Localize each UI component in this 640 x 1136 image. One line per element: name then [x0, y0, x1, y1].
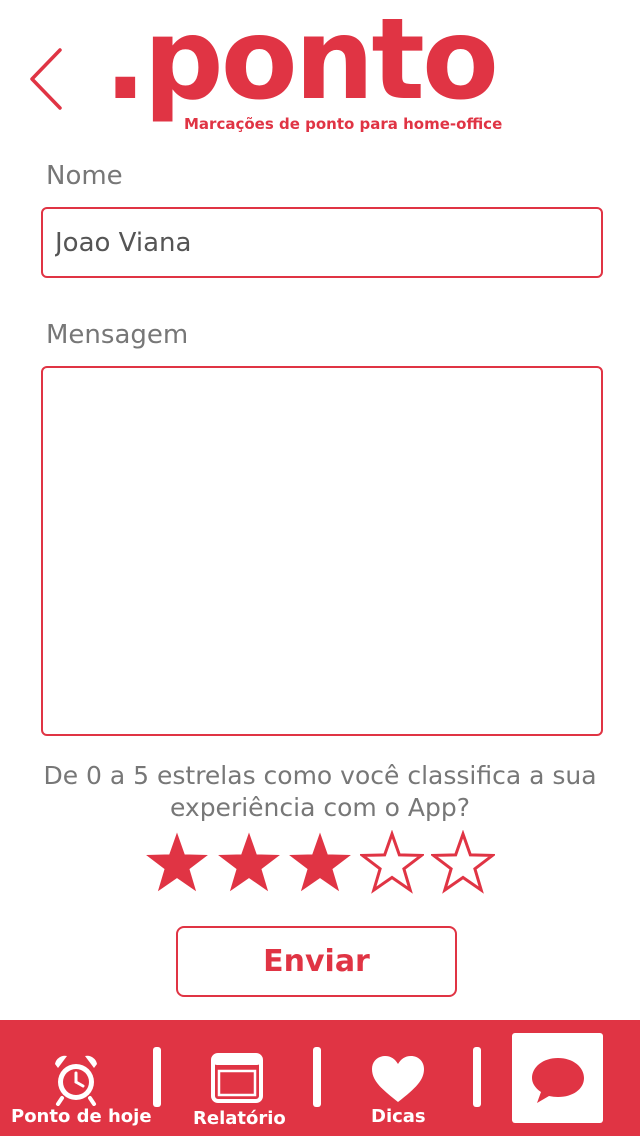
- nav-divider: [473, 1047, 481, 1107]
- alarm-clock-icon: [55, 1055, 97, 1106]
- nav-divider: [153, 1047, 161, 1107]
- app-logo: .ponto Marcações de ponto para home-offi…: [104, 4, 534, 138]
- submit-button[interactable]: Enviar: [176, 926, 457, 997]
- nav-label-dicas: Dicas: [371, 1106, 426, 1127]
- chevron-left-icon[interactable]: [22, 44, 72, 114]
- heart-icon: [372, 1056, 424, 1102]
- nav-label-relatorio: Relatório: [193, 1108, 286, 1129]
- nav-item-relatorio[interactable]: Relatório: [170, 1020, 305, 1136]
- chat-bubble-icon: [532, 1058, 584, 1103]
- star-filled-icon[interactable]: [288, 830, 352, 896]
- star-filled-icon[interactable]: [145, 830, 209, 896]
- star-empty-icon[interactable]: [431, 830, 495, 896]
- rating-question: De 0 a 5 estrelas como você classifica a…: [43, 761, 597, 822]
- message-label: Mensagem: [46, 320, 189, 350]
- message-field[interactable]: [41, 366, 603, 736]
- nav-divider: [313, 1047, 321, 1107]
- logo-tagline: Marcações de ponto para home-office: [184, 115, 503, 133]
- report-window-icon: [211, 1053, 263, 1103]
- star-filled-icon[interactable]: [217, 830, 281, 896]
- nav-item-dicas[interactable]: Dicas: [330, 1020, 465, 1136]
- star-rating: [145, 830, 495, 900]
- name-field[interactable]: [41, 207, 603, 278]
- feedback-screen: .ponto Marcações de ponto para home-offi…: [0, 0, 640, 1136]
- star-empty-icon[interactable]: [359, 830, 424, 896]
- logo-wordmark: .ponto: [104, 0, 499, 125]
- nav-item-feedback[interactable]: [512, 1033, 603, 1123]
- nav-item-ponto-de-hoje[interactable]: Ponto de hoje: [0, 1020, 152, 1136]
- name-label: Nome: [46, 161, 123, 191]
- nav-label-ponto-de-hoje: Ponto de hoje: [11, 1106, 152, 1127]
